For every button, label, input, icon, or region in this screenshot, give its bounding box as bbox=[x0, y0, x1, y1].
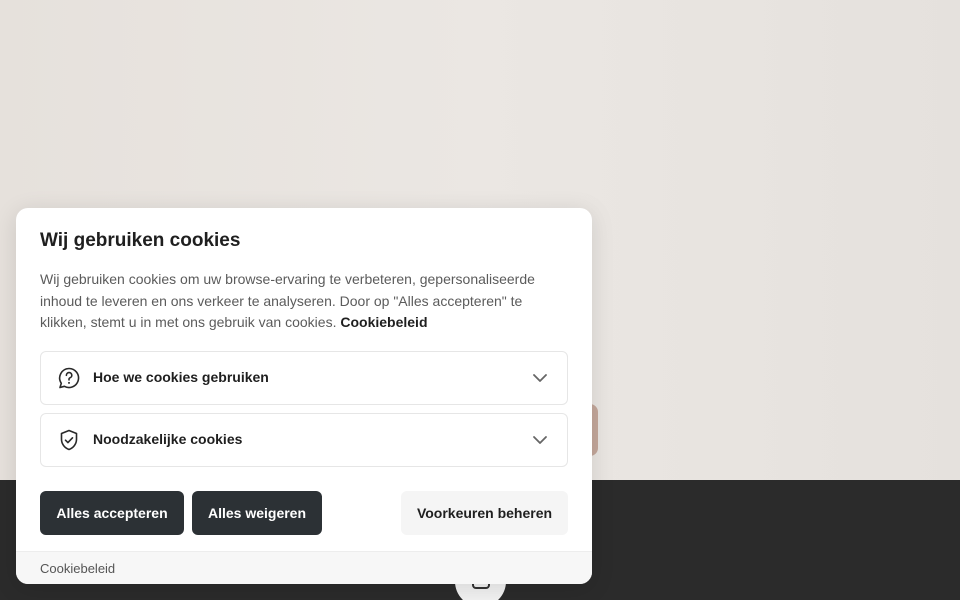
banner-title: Wij gebruiken cookies bbox=[40, 230, 241, 251]
shield-check-icon bbox=[60, 429, 78, 451]
accordion-label: Noodzakelijke cookies bbox=[93, 431, 243, 447]
chevron-down-icon bbox=[533, 436, 547, 444]
accordion-how-we-use-cookies[interactable]: Hoe we cookies gebruiken bbox=[40, 351, 568, 405]
question-bubble-icon bbox=[58, 367, 80, 389]
accept-all-button[interactable]: Alles accepteren bbox=[40, 491, 184, 535]
banner-description: Wij gebruiken cookies om uw browse-ervar… bbox=[40, 269, 560, 334]
manage-preferences-button[interactable]: Voorkeuren beheren bbox=[401, 491, 568, 535]
cookie-banner: Wij gebruiken cookies Wij gebruiken cook… bbox=[16, 208, 592, 584]
page: Wij gebruiken cookies Wij gebruiken cook… bbox=[0, 0, 960, 600]
footer-cookie-policy-link[interactable]: Cookiebeleid bbox=[40, 561, 115, 576]
banner-footer: Cookiebeleid bbox=[16, 551, 592, 584]
cookie-policy-link[interactable]: Cookiebeleid bbox=[340, 314, 427, 330]
accordion-label: Hoe we cookies gebruiken bbox=[93, 369, 269, 385]
description-text: Wij gebruiken cookies om uw browse-ervar… bbox=[40, 271, 535, 330]
chevron-down-icon bbox=[533, 374, 547, 382]
accordion-necessary-cookies[interactable]: Noodzakelijke cookies bbox=[40, 413, 568, 467]
reject-all-button[interactable]: Alles weigeren bbox=[192, 491, 322, 535]
